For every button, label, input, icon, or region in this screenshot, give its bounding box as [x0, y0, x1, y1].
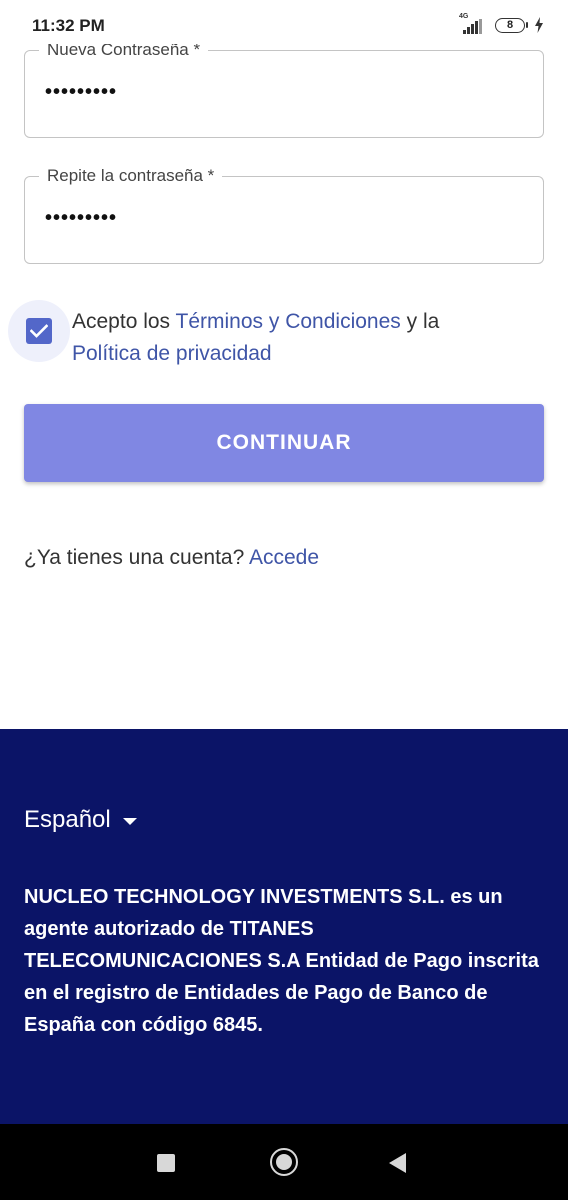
status-bar: 11:32 PM 4G 8 — [0, 0, 568, 44]
legal-notice: NUCLEO TECHNOLOGY INVESTMENTS S.L. es un… — [24, 886, 539, 1036]
new-password-value[interactable]: ••••••••• — [45, 81, 117, 104]
terms-text: Acepto los Términos y Condiciones y la Po… — [72, 306, 532, 370]
terms-prefix: Acepto los — [72, 310, 176, 333]
account-prompt-text: ¿Ya tienes una cuenta? — [24, 546, 249, 569]
signal-icon: 4G — [459, 13, 489, 34]
checkbox-checked-icon[interactable] — [26, 318, 52, 344]
recents-icon[interactable] — [157, 1154, 175, 1172]
repeat-password-label: Repite la contraseña * — [39, 166, 223, 186]
language-selector[interactable]: Español — [24, 806, 137, 834]
continue-button[interactable]: CONTINUAR — [24, 404, 544, 482]
terms-link[interactable]: Términos y Condiciones — [176, 310, 401, 333]
home-icon[interactable] — [270, 1148, 298, 1176]
footer: Español NUCLEO TECHNOLOGY INVESTMENTS S.… — [0, 729, 568, 1124]
terms-middle: y la — [400, 310, 440, 333]
navigation-bar — [0, 1124, 568, 1200]
terms-checkbox[interactable] — [8, 300, 70, 362]
repeat-password-field[interactable]: Repite la contraseña * ••••••••• — [24, 166, 544, 264]
back-icon[interactable] — [389, 1153, 406, 1173]
charging-icon — [535, 17, 543, 33]
language-label: Español — [24, 806, 111, 833]
account-prompt: ¿Ya tienes una cuenta? Accede — [24, 546, 319, 570]
battery-level: 8 — [495, 17, 525, 33]
dropdown-caret-icon — [122, 817, 137, 825]
new-password-field[interactable]: Nueva Contraseña * ••••••••• — [24, 40, 544, 138]
battery-icon: 8 — [495, 17, 528, 33]
login-link[interactable]: Accede — [249, 546, 319, 569]
status-time: 11:32 PM — [32, 16, 105, 35]
repeat-password-value[interactable]: ••••••••• — [45, 207, 117, 230]
status-icons: 4G 8 — [459, 13, 544, 34]
privacy-link[interactable]: Política de privacidad — [72, 342, 272, 365]
